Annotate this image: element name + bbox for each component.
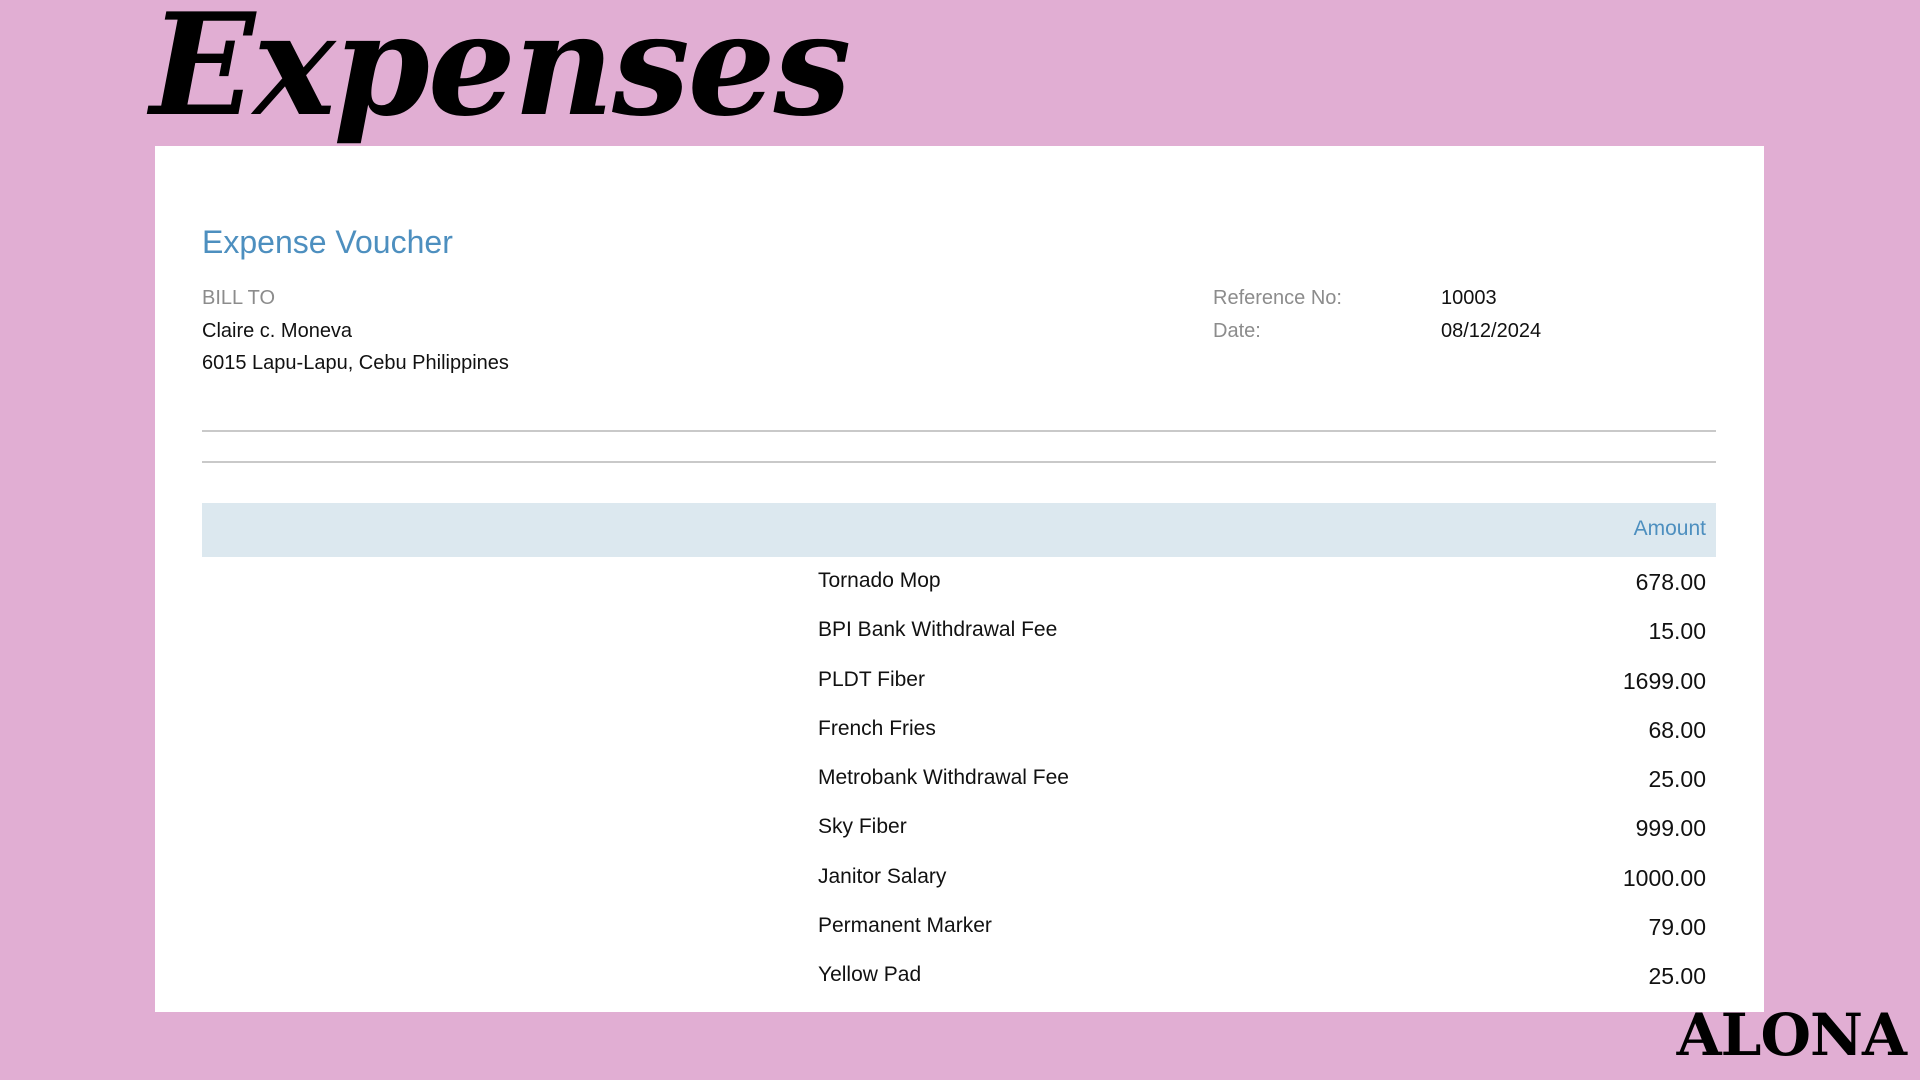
date-label: Date: [1213,320,1261,342]
amount-column-header: Amount [1633,517,1706,540]
table-row: Yellow Pad 25.00 [202,951,1716,1000]
item-description: PLDT Fiber [818,667,925,691]
table-row: BPI Bank Withdrawal Fee 15.00 [202,606,1716,655]
table-row: Metrobank Withdrawal Fee 25.00 [202,754,1716,803]
item-amount: 25.00 [1648,963,1706,990]
voucher-title: Expense Voucher [202,224,453,260]
item-amount: 25.00 [1648,766,1706,793]
item-amount: 1699.00 [1622,667,1706,694]
item-description: BPI Bank Withdrawal Fee [818,618,1058,642]
reference-value: 10003 [1441,287,1497,309]
item-amount: 15.00 [1648,618,1706,645]
item-description: Sky Fiber [818,815,907,839]
item-description: Permanent Marker [818,914,992,938]
divider-top [202,430,1716,432]
item-description: Janitor Salary [818,864,947,888]
item-amount: 68.00 [1648,716,1706,743]
bill-to-name: Claire c. Moneva [202,320,353,342]
table-row: Sky Fiber 999.00 [202,803,1716,852]
slide-title: Expenses [150,0,851,148]
expense-items-list: Tornado Mop 678.00 BPI Bank Withdrawal F… [202,557,1716,1001]
table-row: PLDT Fiber 1699.00 [202,656,1716,705]
reference-label: Reference No: [1213,287,1342,309]
expense-voucher-document: Expense Voucher BILL TO Claire c. Moneva… [155,146,1764,1012]
item-amount: 999.00 [1635,815,1706,842]
item-description: Yellow Pad [818,963,922,987]
item-amount: 678.00 [1635,569,1706,595]
date-value: 08/12/2024 [1441,320,1542,342]
bill-to-label: BILL TO [202,287,276,309]
table-header: Amount [202,503,1716,557]
table-row: French Fries 68.00 [202,705,1716,754]
item-description: Tornado Mop [818,569,941,592]
item-amount: 1000.00 [1622,864,1706,891]
table-row: Janitor Salary 1000.00 [202,853,1716,902]
table-row: Permanent Marker 79.00 [202,902,1716,951]
item-amount: 79.00 [1648,914,1706,941]
item-description: French Fries [818,716,936,740]
table-row: Tornado Mop 678.00 [202,557,1716,606]
divider-bottom [202,461,1716,463]
bill-to-address: 6015 Lapu-Lapu, Cebu Philippines [202,352,509,374]
brand-logo: ALONA [1676,1001,1907,1069]
item-description: Metrobank Withdrawal Fee [818,766,1069,790]
